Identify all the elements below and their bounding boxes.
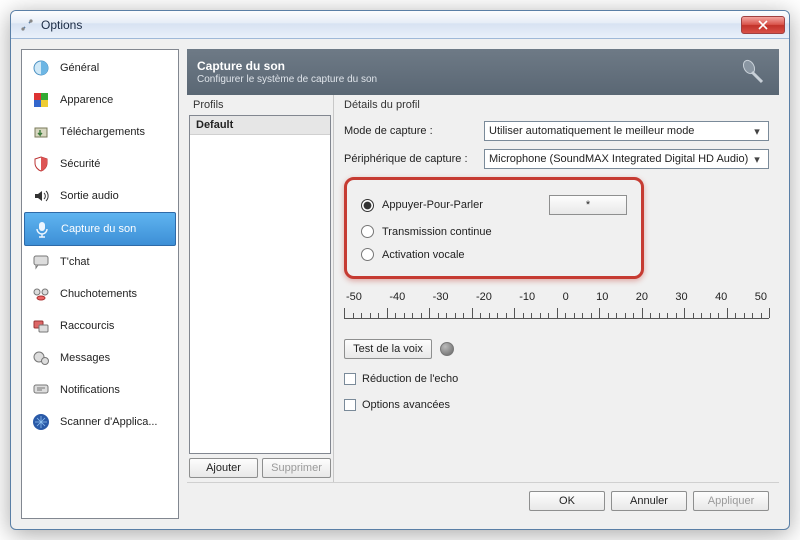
sidebar-item-messages[interactable]: Messages bbox=[24, 342, 176, 374]
profile-item[interactable]: Default bbox=[190, 116, 330, 135]
profiles-panel: Profils Default Ajouter Supprimer bbox=[187, 95, 334, 482]
echo-label: Réduction de l'echo bbox=[362, 373, 458, 385]
sidebar-item-security[interactable]: Sécurité bbox=[24, 148, 176, 180]
banner-subtitle: Configurer le système de capture du son bbox=[197, 74, 377, 85]
echo-reduction-checkbox[interactable]: Réduction de l'echo bbox=[344, 373, 769, 385]
sidebar-item-whispers[interactable]: Chuchotements bbox=[24, 278, 176, 310]
details-panel: Détails du profil Mode de capture : Util… bbox=[334, 95, 779, 482]
sidebar-label: Messages bbox=[60, 352, 110, 364]
sidebar-label: T'chat bbox=[60, 256, 90, 268]
sidebar-label: Capture du son bbox=[61, 223, 136, 235]
details-header: Détails du profil bbox=[344, 99, 769, 111]
speaker-icon bbox=[30, 185, 52, 207]
sidebar-label: Général bbox=[60, 62, 99, 74]
capture-mode-group: Appuyer-Pour-Parler * Transmission conti… bbox=[344, 177, 644, 279]
sidebar-label: Sortie audio bbox=[60, 190, 119, 202]
general-icon bbox=[30, 57, 52, 79]
chevron-down-icon: ▾ bbox=[750, 125, 764, 138]
device-label: Périphérique de capture : bbox=[344, 153, 474, 165]
cancel-button[interactable]: Annuler bbox=[611, 491, 687, 511]
mode-label: Mode de capture : bbox=[344, 125, 474, 137]
remove-profile-button[interactable]: Supprimer bbox=[262, 458, 331, 478]
sidebar-label: Apparence bbox=[60, 94, 113, 106]
appearance-icon bbox=[30, 89, 52, 111]
notifications-icon bbox=[30, 379, 52, 401]
radio-ct-label: Transmission continue bbox=[382, 226, 492, 238]
level-ruler: -50 -40 -30 -20 -10 0 10 20 30 40 50 bbox=[344, 291, 769, 325]
sidebar-item-shortcuts[interactable]: Raccourcis bbox=[24, 310, 176, 342]
sidebar-item-capture[interactable]: Capture du son bbox=[24, 212, 176, 246]
mode-value: Utiliser automatiquement le meilleur mod… bbox=[489, 125, 694, 137]
dialog-body: Général Apparence Téléchargements Sécuri… bbox=[11, 39, 789, 529]
radio-voice-activation[interactable]: Activation vocale bbox=[361, 243, 627, 266]
radio-va-label: Activation vocale bbox=[382, 249, 465, 261]
apply-button[interactable]: Appliquer bbox=[693, 491, 769, 511]
advanced-label: Options avancées bbox=[362, 399, 450, 411]
scanner-icon bbox=[30, 411, 52, 433]
radio-ptt[interactable]: Appuyer-Pour-Parler * bbox=[361, 190, 627, 220]
mode-select[interactable]: Utiliser automatiquement le meilleur mod… bbox=[484, 121, 769, 141]
radio-ptt-input[interactable] bbox=[361, 199, 374, 212]
app-icon bbox=[19, 17, 35, 33]
radio-va-input[interactable] bbox=[361, 248, 374, 261]
options-dialog: Options Général Apparence Téléchargement… bbox=[10, 10, 790, 530]
ok-button[interactable]: OK bbox=[529, 491, 605, 511]
sidebar-item-appearance[interactable]: Apparence bbox=[24, 84, 176, 116]
main-panel: Capture du son Configurer le système de … bbox=[187, 49, 779, 519]
profiles-header: Profils bbox=[187, 95, 333, 115]
advanced-options-checkbox[interactable]: Options avancées bbox=[344, 399, 769, 411]
banner-title: Capture du son bbox=[197, 59, 377, 73]
chevron-down-icon: ▾ bbox=[750, 153, 764, 166]
section-banner: Capture du son Configurer le système de … bbox=[187, 49, 779, 95]
messages-icon bbox=[30, 347, 52, 369]
security-icon bbox=[30, 153, 52, 175]
checkbox-icon bbox=[344, 399, 356, 411]
sidebar-label: Chuchotements bbox=[60, 288, 137, 300]
radio-ptt-label: Appuyer-Pour-Parler bbox=[382, 199, 483, 211]
sidebar-label: Raccourcis bbox=[60, 320, 114, 332]
banner-mic-icon bbox=[735, 55, 769, 89]
microphone-icon bbox=[31, 218, 53, 240]
test-voice-button[interactable]: Test de la voix bbox=[344, 339, 432, 359]
sidebar: Général Apparence Téléchargements Sécuri… bbox=[21, 49, 179, 519]
shortcuts-icon bbox=[30, 315, 52, 337]
window-title: Options bbox=[41, 18, 82, 32]
close-icon bbox=[758, 20, 768, 30]
downloads-icon bbox=[30, 121, 52, 143]
dialog-footer: OK Annuler Appliquer bbox=[187, 482, 779, 519]
radio-continuous[interactable]: Transmission continue bbox=[361, 220, 627, 243]
sidebar-item-audio-out[interactable]: Sortie audio bbox=[24, 180, 176, 212]
sidebar-label: Scanner d'Applica... bbox=[60, 416, 158, 428]
titlebar: Options bbox=[11, 11, 789, 39]
close-button[interactable] bbox=[741, 16, 785, 34]
sidebar-label: Sécurité bbox=[60, 158, 100, 170]
profiles-list[interactable]: Default bbox=[189, 115, 331, 454]
sidebar-item-general[interactable]: Général bbox=[24, 52, 176, 84]
sidebar-item-notifications[interactable]: Notifications bbox=[24, 374, 176, 406]
device-value: Microphone (SoundMAX Integrated Digital … bbox=[489, 153, 748, 165]
radio-ct-input[interactable] bbox=[361, 225, 374, 238]
sidebar-label: Notifications bbox=[60, 384, 120, 396]
level-indicator-icon bbox=[440, 342, 454, 356]
whisper-icon bbox=[30, 283, 52, 305]
sidebar-item-scanner[interactable]: Scanner d'Applica... bbox=[24, 406, 176, 438]
sidebar-label: Téléchargements bbox=[60, 126, 145, 138]
sidebar-item-chat[interactable]: T'chat bbox=[24, 246, 176, 278]
checkbox-icon bbox=[344, 373, 356, 385]
device-select[interactable]: Microphone (SoundMAX Integrated Digital … bbox=[484, 149, 769, 169]
chat-icon bbox=[30, 251, 52, 273]
add-profile-button[interactable]: Ajouter bbox=[189, 458, 258, 478]
sidebar-item-downloads[interactable]: Téléchargements bbox=[24, 116, 176, 148]
ptt-hotkey-button[interactable]: * bbox=[549, 195, 627, 215]
